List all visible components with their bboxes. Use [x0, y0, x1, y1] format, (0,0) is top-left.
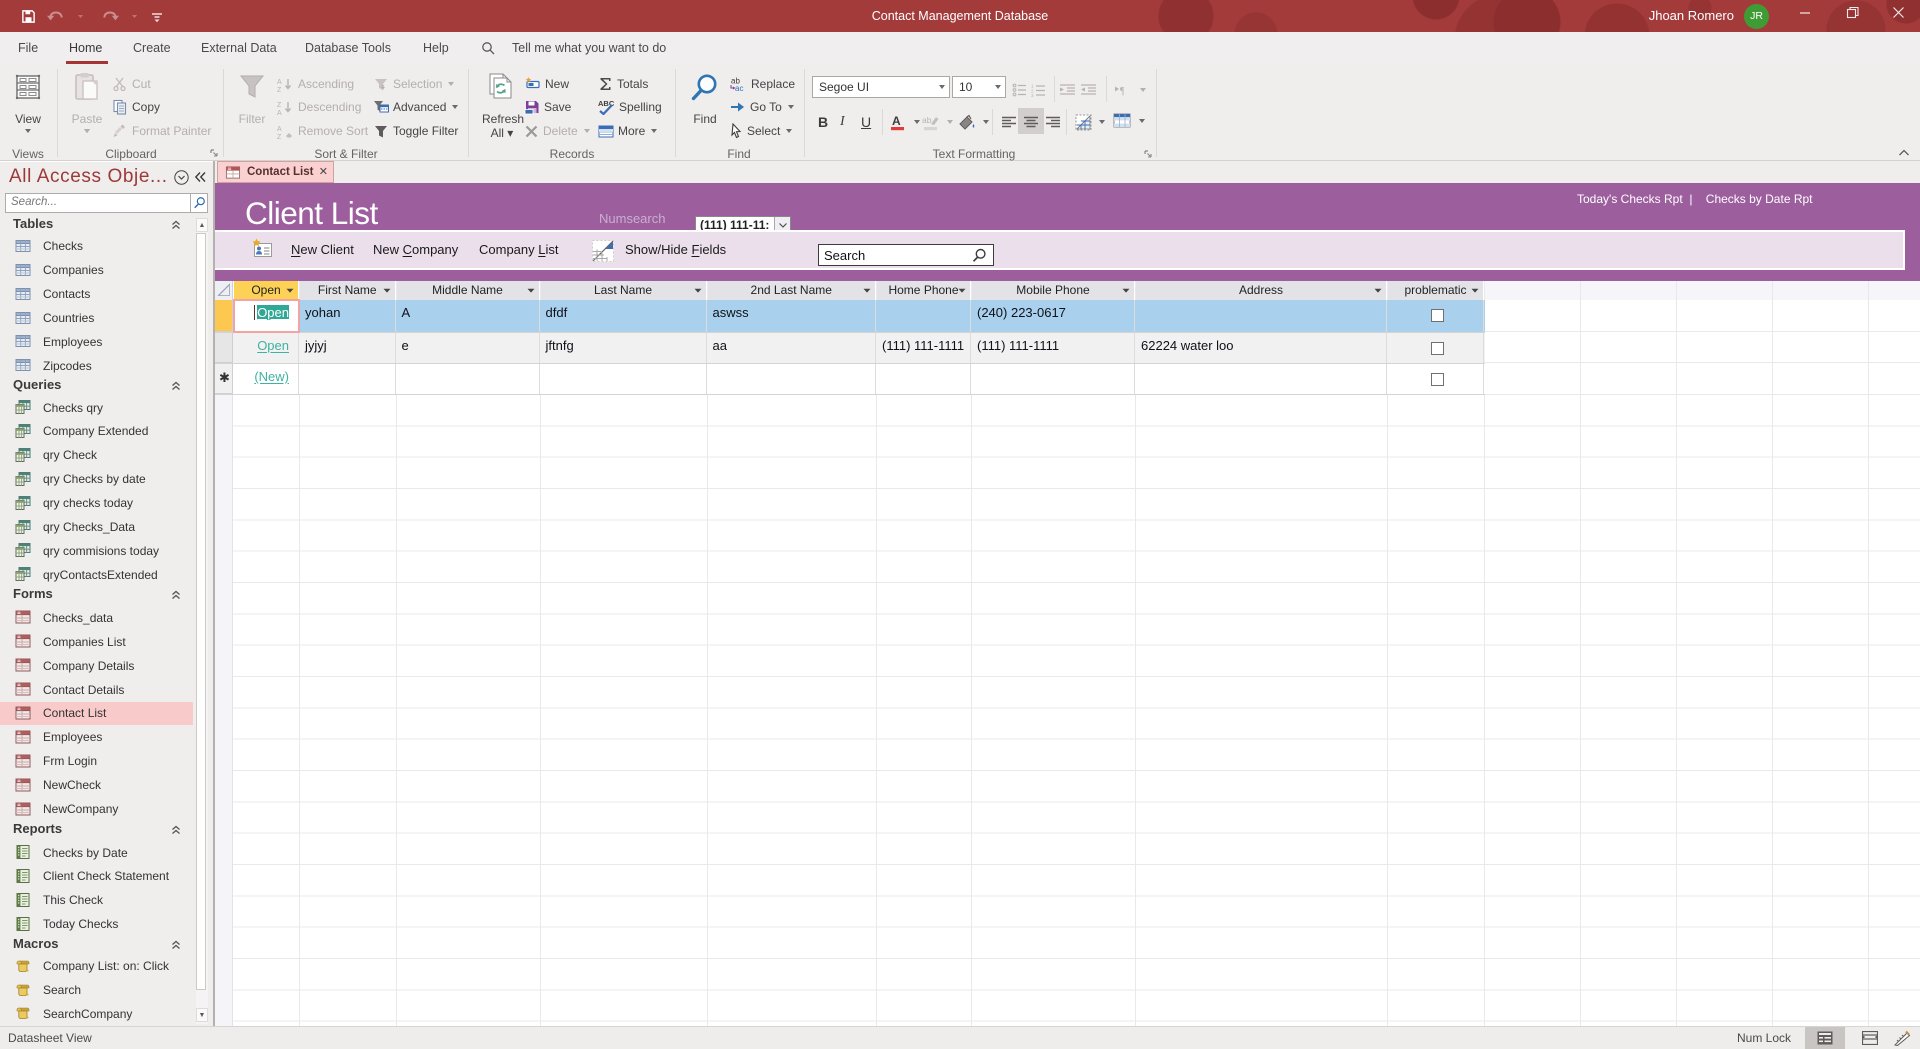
svg-text:Z: Z [277, 102, 282, 109]
svg-text:A: A [277, 79, 282, 86]
svg-text:A: A [277, 126, 282, 133]
svg-text:Z: Z [277, 134, 282, 139]
svg-text:Z: Z [277, 87, 282, 92]
svg-text:A: A [892, 114, 901, 128]
svg-text:3: 3 [1031, 93, 1034, 97]
svg-text:¶: ¶ [1120, 86, 1125, 97]
svg-text:A: A [277, 110, 282, 115]
svg-text:ac: ac [735, 84, 743, 92]
svg-text:ab: ab [922, 115, 932, 125]
svg-text:ABC: ABC [598, 99, 615, 108]
